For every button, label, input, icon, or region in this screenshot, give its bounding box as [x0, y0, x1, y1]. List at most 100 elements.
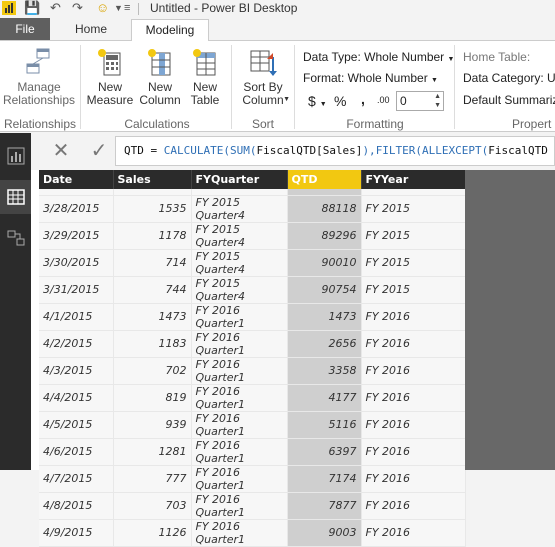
- home-table-dropdown[interactable]: Home Table: ▼: [463, 50, 555, 64]
- cell-date[interactable]: 4/3/2015: [39, 357, 114, 385]
- smiley-feedback-icon[interactable]: ☺: [96, 0, 109, 16]
- cell-fyyear[interactable]: FY 2016: [361, 465, 466, 493]
- cell-fyyear[interactable]: FY 2016: [361, 303, 466, 331]
- cell-date[interactable]: 4/5/2015: [39, 411, 114, 439]
- cell-fyyear[interactable]: FY 2016: [361, 438, 466, 466]
- cell-sales[interactable]: 703: [113, 492, 192, 520]
- data-view-icon[interactable]: [6, 187, 26, 207]
- decimal-button[interactable]: .00: [377, 95, 390, 105]
- report-view-icon[interactable]: [6, 146, 26, 166]
- cell-date[interactable]: 3/29/2015: [39, 222, 114, 250]
- cell-qtd[interactable]: 3358: [287, 357, 362, 385]
- tab-home[interactable]: Home: [62, 18, 120, 40]
- quick-access-dropdown-icon[interactable]: ▼: [114, 0, 123, 16]
- cell-qtd[interactable]: 6397: [287, 438, 362, 466]
- cell-fyquarter[interactable]: FY 2015 Quarter4: [191, 276, 288, 304]
- column-header-fyyear[interactable]: FYYear: [361, 170, 466, 189]
- cell-date[interactable]: 3/31/2015: [39, 276, 114, 304]
- cell-fyyear[interactable]: FY 2016: [361, 330, 466, 358]
- cell-sales[interactable]: 1473: [113, 303, 192, 331]
- data-category-dropdown[interactable]: Data Category: Ur: [463, 71, 555, 85]
- cell-qtd[interactable]: 90754: [287, 276, 362, 304]
- commit-formula-icon[interactable]: ✓: [81, 137, 117, 165]
- cell-sales[interactable]: 819: [113, 384, 192, 412]
- cell-fyquarter[interactable]: FY 2016 Quarter1: [191, 519, 288, 547]
- cell-date[interactable]: 4/9/2015: [39, 519, 114, 547]
- cell-qtd[interactable]: 5116: [287, 411, 362, 439]
- cell-qtd[interactable]: 88118: [287, 195, 362, 223]
- cell-date[interactable]: 4/7/2015: [39, 465, 114, 493]
- cell-fyquarter[interactable]: FY 2015 Quarter4: [191, 195, 288, 223]
- cancel-formula-icon[interactable]: ✕: [43, 137, 79, 165]
- cell-sales[interactable]: 714: [113, 249, 192, 277]
- cell-fyyear[interactable]: FY 2015: [361, 222, 466, 250]
- sort-by-column-button[interactable]: Sort By Column ▼: [236, 47, 290, 107]
- cell-fyquarter[interactable]: FY 2016 Quarter1: [191, 330, 288, 358]
- formula-input[interactable]: QTD = CALCULATE(SUM(FiscalQTD[Sales]),FI…: [115, 136, 555, 166]
- cell-sales[interactable]: 1535: [113, 195, 192, 223]
- cell-fyyear[interactable]: FY 2016: [361, 384, 466, 412]
- cell-fyquarter[interactable]: FY 2016 Quarter1: [191, 438, 288, 466]
- cell-qtd[interactable]: 2656: [287, 330, 362, 358]
- new-column-button[interactable]: New Column: [136, 47, 184, 107]
- currency-button[interactable]: $ ▼: [308, 93, 327, 109]
- redo-icon[interactable]: ↷: [72, 0, 83, 16]
- cell-fyyear[interactable]: FY 2015: [361, 276, 466, 304]
- cell-sales[interactable]: 777: [113, 465, 192, 493]
- customize-toolbar-icon[interactable]: ≡: [124, 0, 130, 16]
- undo-icon[interactable]: ↶: [50, 0, 61, 16]
- cell-date[interactable]: 3/28/2015: [39, 195, 114, 223]
- cell-fyyear[interactable]: FY 2015: [361, 249, 466, 277]
- cell-fyquarter[interactable]: FY 2016 Quarter1: [191, 384, 288, 412]
- cell-date[interactable]: 4/6/2015: [39, 438, 114, 466]
- cell-qtd[interactable]: 90010: [287, 249, 362, 277]
- cell-date[interactable]: 3/30/2015: [39, 249, 114, 277]
- cell-date[interactable]: 4/4/2015: [39, 384, 114, 412]
- relationships-view-icon[interactable]: [6, 228, 26, 248]
- default-summarization-dropdown[interactable]: Default Summarizat: [463, 93, 555, 107]
- manage-relationships-button[interactable]: Manage Relationships: [2, 47, 76, 107]
- cell-qtd[interactable]: 7877: [287, 492, 362, 520]
- cell-date[interactable]: 4/8/2015: [39, 492, 114, 520]
- column-header-fyquarter[interactable]: FYQuarter: [191, 170, 288, 189]
- comma-button[interactable]: ,: [361, 91, 365, 107]
- cell-date[interactable]: 4/2/2015: [39, 330, 114, 358]
- cell-qtd[interactable]: 9003: [287, 519, 362, 547]
- stepper-arrows-icon[interactable]: ▲ ▼: [434, 92, 441, 110]
- cell-sales[interactable]: 702: [113, 357, 192, 385]
- cell-qtd[interactable]: 1473: [287, 303, 362, 331]
- cell-fyquarter[interactable]: FY 2016 Quarter1: [191, 411, 288, 439]
- cell-fyquarter[interactable]: FY 2016 Quarter1: [191, 465, 288, 493]
- column-header-sales[interactable]: Sales: [113, 170, 192, 189]
- column-header-qtd[interactable]: QTD: [287, 170, 362, 189]
- tab-modeling[interactable]: Modeling: [131, 19, 209, 41]
- cell-fyyear[interactable]: FY 2016: [361, 411, 466, 439]
- cell-sales[interactable]: 744: [113, 276, 192, 304]
- cell-fyquarter[interactable]: FY 2016 Quarter1: [191, 492, 288, 520]
- column-header-date[interactable]: Date: [39, 170, 114, 189]
- cell-qtd[interactable]: 7174: [287, 465, 362, 493]
- new-table-button[interactable]: New Table: [186, 47, 224, 107]
- cell-fyquarter[interactable]: FY 2015 Quarter4: [191, 249, 288, 277]
- cell-fyyear[interactable]: FY 2016: [361, 357, 466, 385]
- cell-date[interactable]: 4/1/2015: [39, 303, 114, 331]
- cell-fyyear[interactable]: FY 2016: [361, 519, 466, 547]
- cell-fyquarter[interactable]: FY 2016 Quarter1: [191, 303, 288, 331]
- save-icon[interactable]: 💾: [24, 0, 40, 16]
- cell-qtd[interactable]: 89296: [287, 222, 362, 250]
- cell-sales[interactable]: 1126: [113, 519, 192, 547]
- format-dropdown[interactable]: Format: Whole Number ▼: [303, 71, 438, 85]
- cell-sales[interactable]: 939: [113, 411, 192, 439]
- cell-fyyear[interactable]: FY 2015: [361, 195, 466, 223]
- percent-button[interactable]: %: [334, 93, 346, 109]
- cell-fyyear[interactable]: FY 2016: [361, 492, 466, 520]
- cell-sales[interactable]: 1281: [113, 438, 192, 466]
- cell-sales[interactable]: 1183: [113, 330, 192, 358]
- data-type-dropdown[interactable]: Data Type: Whole Number ▼: [303, 50, 454, 64]
- decimal-places-stepper[interactable]: 0 ▲ ▼: [396, 91, 444, 111]
- cell-sales[interactable]: 1178: [113, 222, 192, 250]
- cell-fyquarter[interactable]: FY 2016 Quarter1: [191, 357, 288, 385]
- cell-fyquarter[interactable]: FY 2015 Quarter4: [191, 222, 288, 250]
- tab-file[interactable]: File: [0, 18, 50, 40]
- cell-qtd[interactable]: 4177: [287, 384, 362, 412]
